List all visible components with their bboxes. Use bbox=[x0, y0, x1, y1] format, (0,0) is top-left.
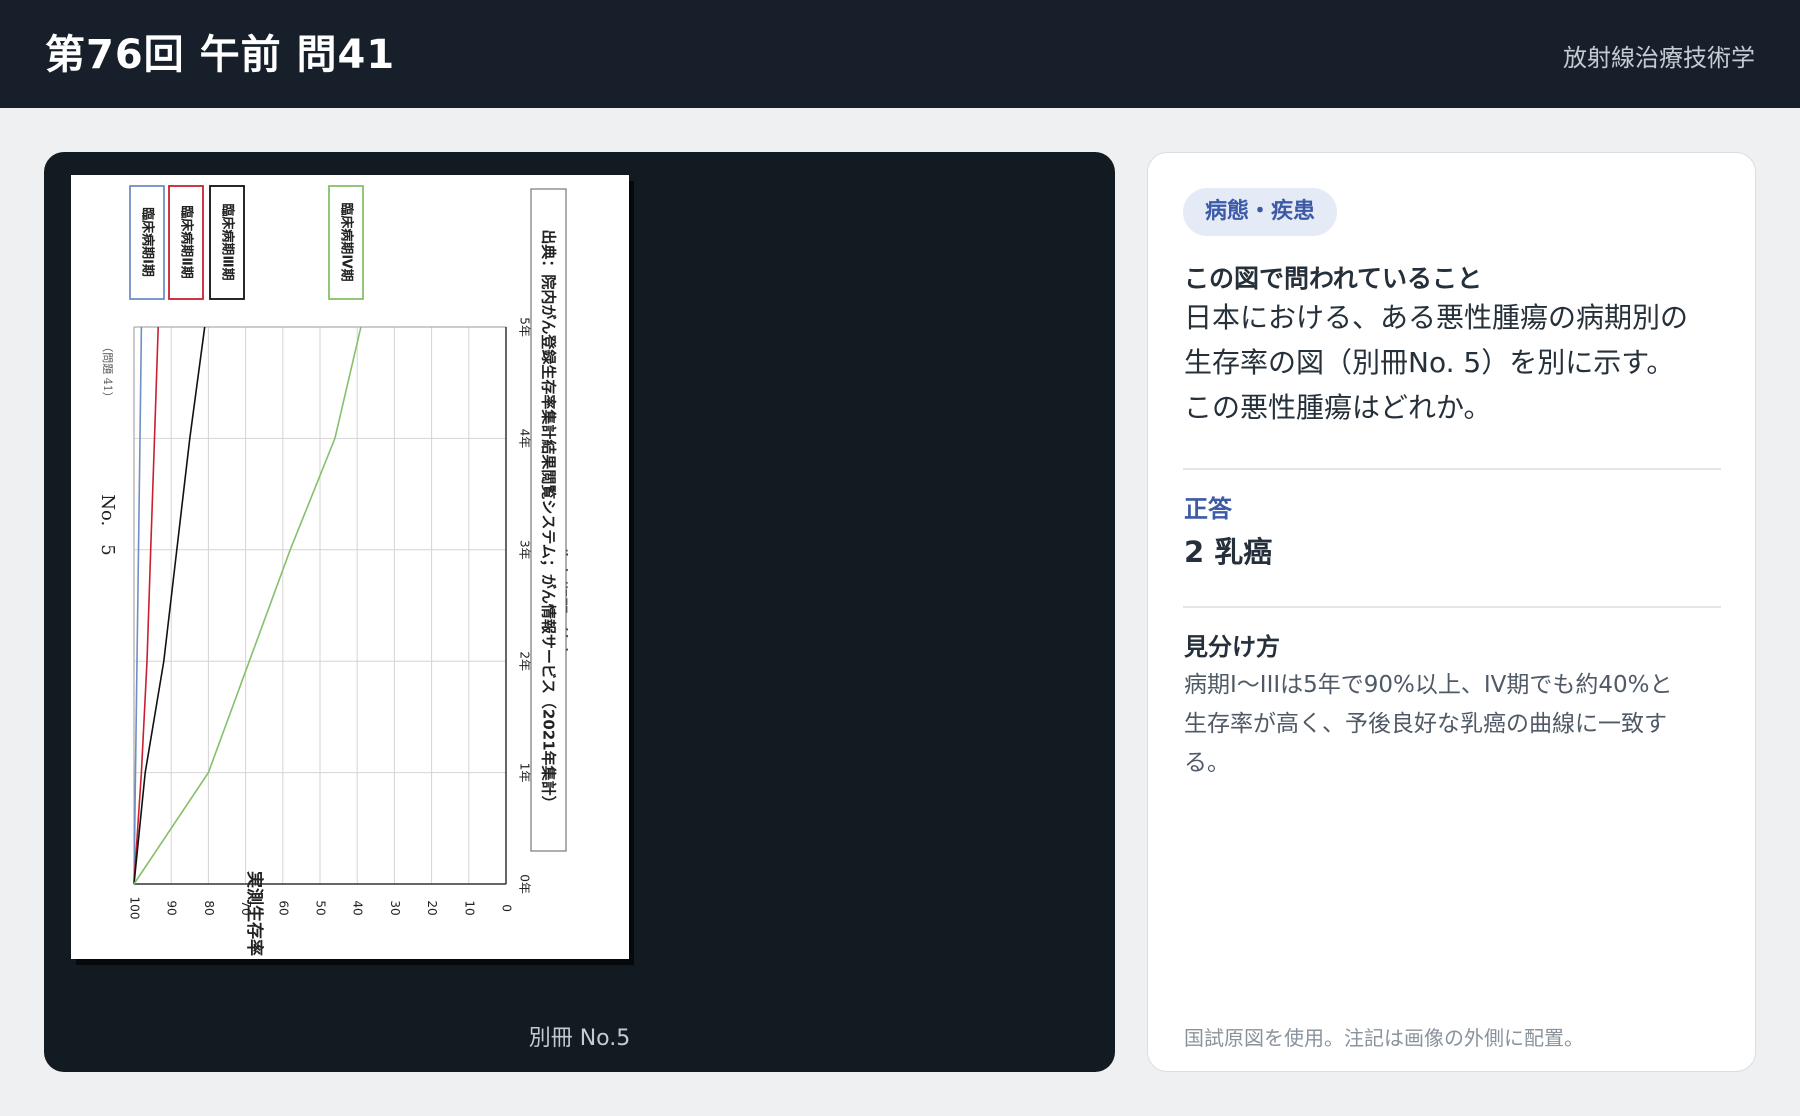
series-line bbox=[133, 326, 362, 885]
tips-line: 生存率が高く、予後良好な乳癌の曲線に一致す bbox=[1184, 711, 1667, 737]
survival-chart: 10090807060504030201000年1年2年3年4年5年生存期間（年… bbox=[97, 185, 569, 959]
legend-label: 臨床病期Ⅰ期 bbox=[140, 207, 156, 277]
subject-label: 放射線治療技術学 bbox=[1563, 44, 1755, 72]
series-line bbox=[133, 326, 206, 885]
y-tick-label: 30 bbox=[388, 900, 402, 915]
x-tick-label: 2年 bbox=[518, 651, 532, 671]
question-line: 日本における、ある悪性腫瘍の病期別の bbox=[1184, 301, 1689, 334]
info-card: 病態・疾患 この図で問われていること 日本における、ある悪性腫瘍の病期別の 生存… bbox=[1147, 152, 1756, 1072]
figure-caption: 別冊 No.5 bbox=[528, 1026, 631, 1051]
y-tick-label: 40 bbox=[351, 900, 365, 915]
divider bbox=[1183, 606, 1721, 608]
y-axis-title: 実測生存率（%） bbox=[244, 871, 265, 959]
answer-value: 2 乳癌 bbox=[1184, 535, 1273, 569]
tips-line: 病期I〜IIIは5年で90%以上、IV期でも約40%と bbox=[1184, 672, 1673, 698]
legend-label: 臨床病期Ⅲ期 bbox=[220, 203, 236, 280]
figure-panel: 10090807060504030201000年1年2年3年4年5年生存期間（年… bbox=[44, 152, 1115, 1072]
legend-label: 臨床病期Ⅱ期 bbox=[179, 205, 195, 279]
x-tick-label: 1年 bbox=[518, 763, 532, 783]
x-tick-label: 3年 bbox=[518, 540, 532, 560]
question-line: この悪性腫瘍はどれか。 bbox=[1184, 391, 1492, 424]
exam-title: 第76回 午前 問41 bbox=[45, 32, 396, 78]
y-tick-label: 60 bbox=[276, 900, 290, 915]
source-text: 出典：院内がん登録生存率集計結果閲覧システム；がん情報サービス（2021年集計） bbox=[540, 229, 558, 810]
question-heading: この図で問われていること bbox=[1184, 264, 1483, 293]
divider bbox=[1183, 468, 1721, 470]
question-line: 生存率の図（別冊No. 5）を別に示す。 bbox=[1184, 346, 1675, 379]
legend-label: 臨床病期Ⅳ期 bbox=[339, 202, 355, 281]
footnote: 国試原図を使用。注記は画像の外側に配置。 bbox=[1184, 1026, 1584, 1050]
x-tick-label: 0年 bbox=[518, 874, 532, 894]
y-tick-label: 100 bbox=[128, 897, 142, 920]
category-badge: 病態・疾患 bbox=[1183, 188, 1338, 236]
answer-heading: 正答 bbox=[1184, 495, 1232, 523]
sheet-label: No. 5 bbox=[97, 494, 118, 555]
x-tick-label: 4年 bbox=[518, 429, 532, 449]
tips-text: 病期I〜IIIは5年で90%以上、IV期でも約40%と 生存率が高く、予後良好な… bbox=[1184, 666, 1724, 783]
y-tick-label: 80 bbox=[202, 900, 216, 915]
y-tick-label: 50 bbox=[314, 900, 328, 915]
y-tick-label: 20 bbox=[425, 900, 439, 915]
y-tick-label: 90 bbox=[165, 900, 179, 915]
top-bar: 第76回 午前 問41 放射線治療技術学 bbox=[0, 0, 1800, 108]
y-tick-label: 0 bbox=[500, 904, 514, 912]
tips-heading: 見分け方 bbox=[1184, 633, 1280, 661]
question-text: 日本における、ある悪性腫瘍の病期別の 生存率の図（別冊No. 5）を別に示す。 … bbox=[1184, 295, 1724, 430]
question-ref: （問題 41） bbox=[101, 341, 114, 403]
tips-line: る。 bbox=[1184, 750, 1230, 776]
x-tick-label: 5年 bbox=[518, 317, 532, 337]
figure-sheet: 10090807060504030201000年1年2年3年4年5年生存期間（年… bbox=[71, 175, 629, 959]
y-tick-label: 10 bbox=[462, 900, 476, 915]
